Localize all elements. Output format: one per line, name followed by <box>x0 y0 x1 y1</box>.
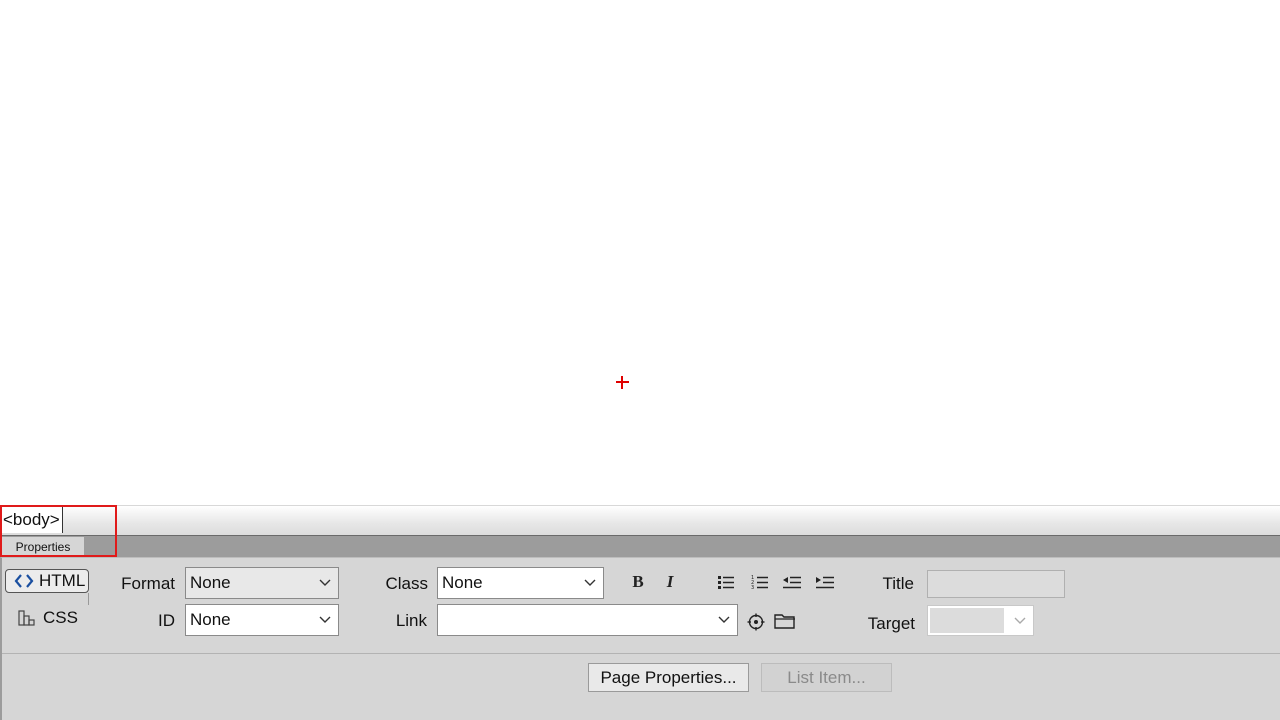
class-value: None <box>442 573 483 592</box>
italic-icon[interactable]: I <box>659 571 681 593</box>
design-canvas[interactable] <box>0 0 1280 505</box>
point-to-file-icon[interactable] <box>745 611 767 633</box>
class-select[interactable]: None <box>437 567 604 599</box>
format-select[interactable]: None <box>185 567 339 599</box>
ordered-list-icon[interactable]: 1 2 3 <box>749 571 771 593</box>
css-structure-icon <box>18 610 35 626</box>
outdent-icon[interactable] <box>781 571 803 593</box>
mode-separator <box>88 593 89 605</box>
tag-selector-body[interactable]: <body> <box>1 507 63 533</box>
chevron-down-icon <box>718 616 730 623</box>
id-label: ID <box>158 611 175 630</box>
unordered-list-icon[interactable] <box>715 571 737 593</box>
target-value <box>930 608 1004 633</box>
chevron-down-icon <box>584 579 596 586</box>
tag-selector-bar <box>0 505 1280 536</box>
target-label: Target <box>867 614 915 633</box>
panel-header <box>0 535 1280 558</box>
class-label: Class <box>385 574 428 593</box>
target-select[interactable] <box>927 605 1034 636</box>
chevron-down-icon <box>319 579 331 586</box>
title-input[interactable] <box>927 570 1065 598</box>
chevron-down-icon <box>1014 617 1026 624</box>
crosshair-cursor-icon <box>616 376 629 389</box>
css-mode-label: CSS <box>43 608 78 627</box>
code-brackets-icon <box>14 574 34 588</box>
panel-divider <box>2 653 1280 654</box>
indent-icon[interactable] <box>814 571 836 593</box>
link-combo[interactable] <box>437 604 738 636</box>
chevron-down-icon <box>319 616 331 623</box>
title-label: Title <box>882 574 915 593</box>
id-select[interactable]: None <box>185 604 339 636</box>
tab-properties[interactable]: Properties <box>2 537 84 557</box>
page-properties-button[interactable]: Page Properties... <box>588 663 749 692</box>
html-mode-button[interactable]: HTML <box>5 569 89 593</box>
folder-icon[interactable] <box>774 610 796 632</box>
bold-icon[interactable]: B <box>627 571 649 593</box>
format-value: None <box>190 573 231 592</box>
html-mode-label: HTML <box>39 571 86 590</box>
svg-text:3: 3 <box>751 585 754 590</box>
list-item-button[interactable]: List Item... <box>761 663 892 692</box>
format-label: Format <box>121 574 175 593</box>
link-label: Link <box>395 611 427 630</box>
id-value: None <box>190 610 231 629</box>
